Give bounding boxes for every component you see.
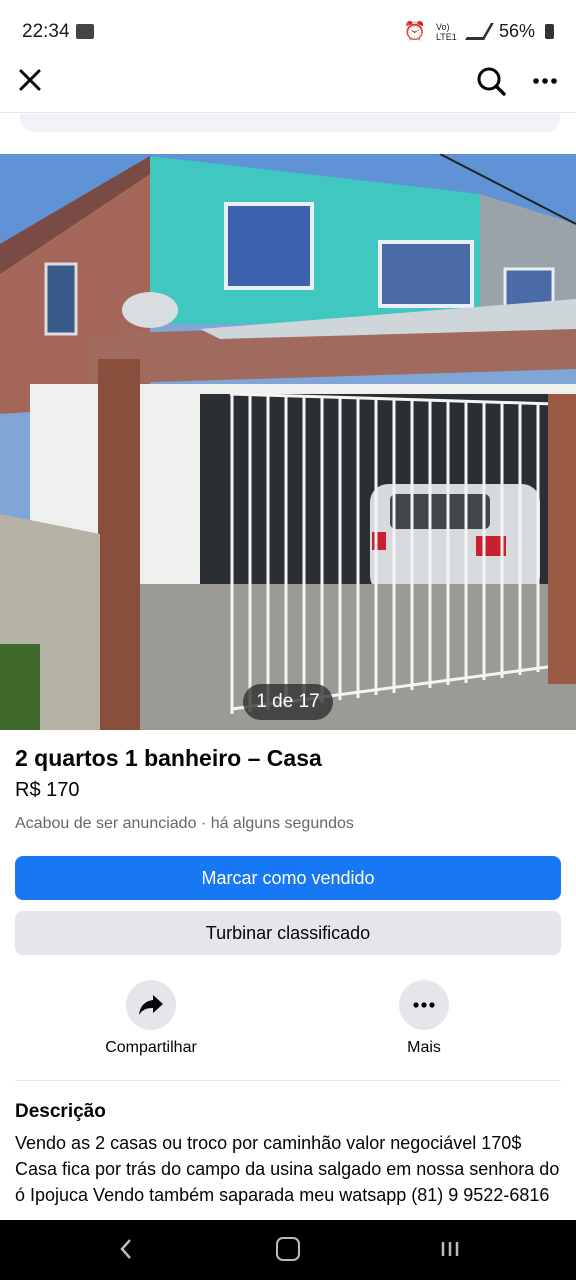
listing-meta: Acabou de ser anunciado · há alguns segu… xyxy=(15,815,354,832)
battery-percent: 56% xyxy=(498,21,535,41)
home-icon[interactable] xyxy=(276,1237,300,1261)
close-icon[interactable] xyxy=(14,64,46,96)
listing-title: 2 quartos 1 banheiro – Casa xyxy=(15,745,322,771)
listing-photo[interactable] xyxy=(0,154,576,730)
top-bar xyxy=(0,60,576,113)
photo-counter: 1 de 17 xyxy=(243,684,333,720)
status-time: 22:34 xyxy=(22,21,70,42)
more-label: Mais xyxy=(407,1039,441,1056)
description-text: Vendo as 2 casas ou troco por caminhão v… xyxy=(15,1133,560,1205)
alarm-icon: ⏰ xyxy=(403,21,426,41)
back-icon[interactable] xyxy=(114,1234,138,1264)
battery-icon xyxy=(545,24,554,39)
divider xyxy=(15,1080,561,1081)
more-dots-icon[interactable] xyxy=(399,980,449,1030)
listing-price: R$ 170 xyxy=(15,779,80,801)
status-indicators: ⏰ Vo) LTE1 56% xyxy=(404,21,554,42)
network-label: Vo) LTE1 xyxy=(435,21,457,42)
share-action[interactable]: Compartilhar xyxy=(71,980,231,1057)
status-bar: 22:34 ⏰ Vo) LTE1 56% xyxy=(0,0,576,60)
description-heading: Descrição xyxy=(15,1101,106,1122)
share-label: Compartilhar xyxy=(105,1039,197,1056)
boost-listing-button[interactable]: Turbinar classificado xyxy=(15,911,561,955)
share-icon[interactable] xyxy=(126,980,176,1030)
signal-icon xyxy=(465,23,494,40)
search-icon[interactable] xyxy=(474,64,508,98)
mark-sold-button[interactable]: Marcar como vendido xyxy=(15,856,561,900)
more-icon[interactable] xyxy=(528,64,562,98)
more-action[interactable]: Mais xyxy=(344,980,504,1057)
scroll-shadow xyxy=(20,114,560,132)
system-nav-bar xyxy=(0,1220,576,1280)
recent-apps-icon[interactable] xyxy=(438,1234,462,1264)
notification-icon xyxy=(76,24,94,39)
